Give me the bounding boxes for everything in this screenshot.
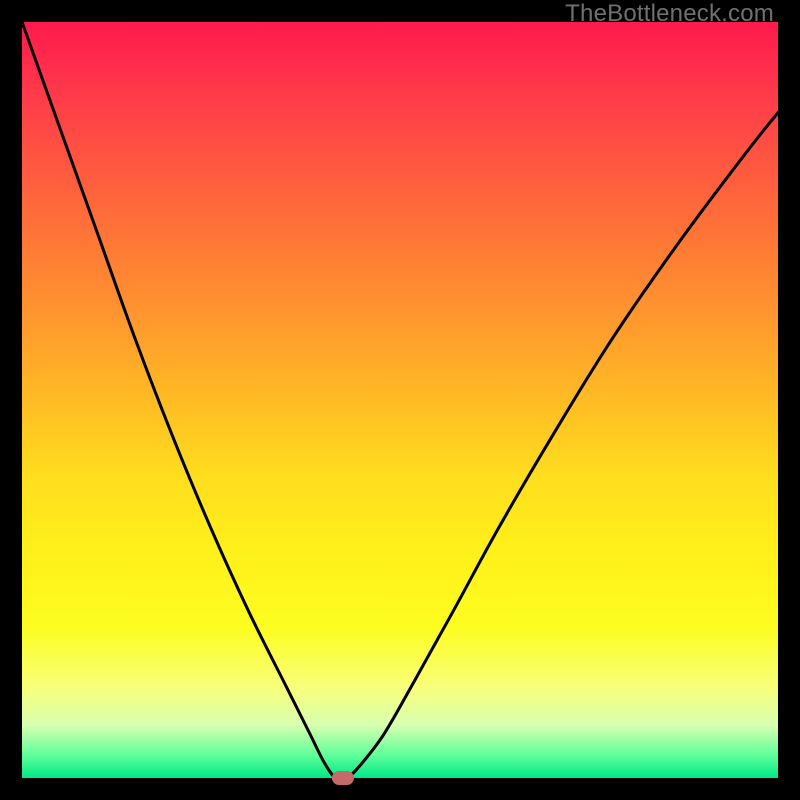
bottleneck-curve [22,22,778,780]
curve-svg [22,22,778,778]
plot-area [22,22,778,778]
optimal-marker [332,771,354,785]
chart-frame: TheBottleneck.com [0,0,800,800]
